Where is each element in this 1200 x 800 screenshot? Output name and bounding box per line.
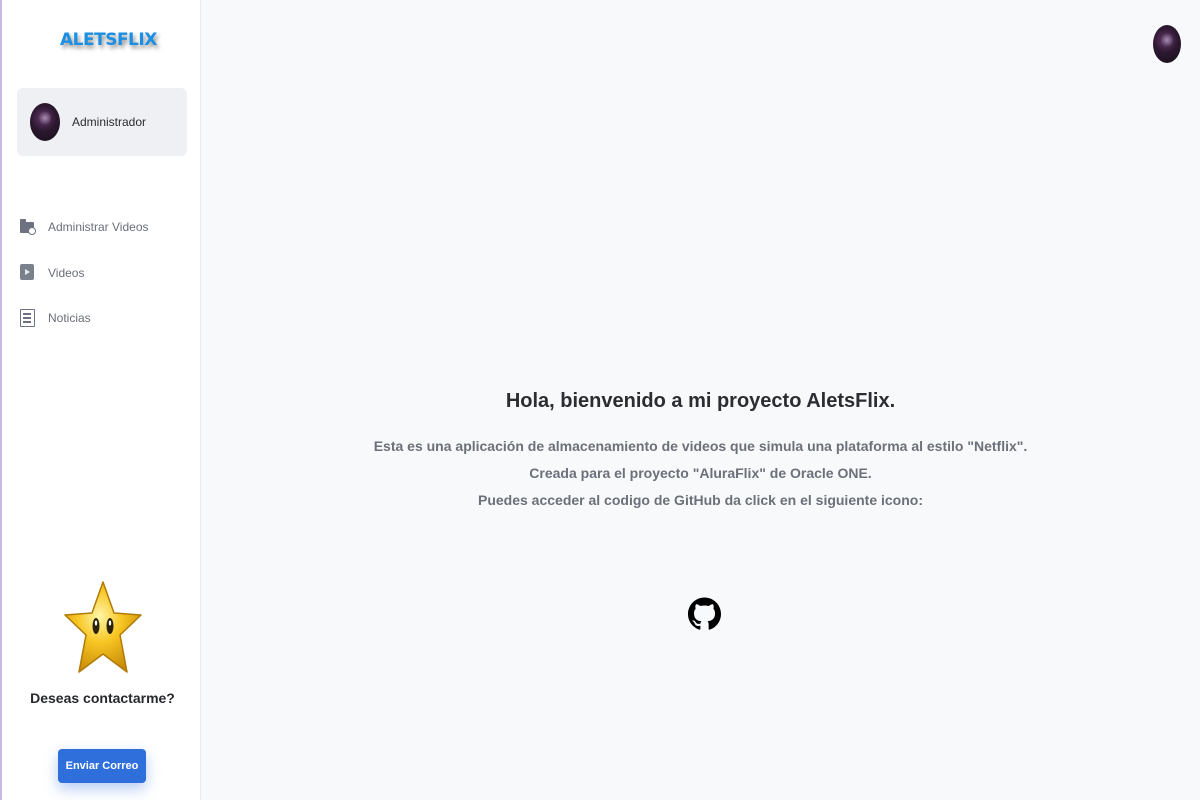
description-line-2: Creada para el proyecto "AluraFlix" de O… bbox=[529, 465, 872, 481]
folder-plus-icon bbox=[20, 218, 36, 236]
description-line-1: Esta es una aplicación de almacenamiento… bbox=[373, 438, 1028, 454]
sidebar-nav: Administrar Videos Videos Noticias bbox=[20, 216, 149, 353]
contact-section: Deseas contactarme? Enviar Correo bbox=[2, 580, 203, 783]
sidebar-item-label: Noticias bbox=[48, 311, 91, 325]
avatar bbox=[30, 103, 60, 141]
sidebar: ALETSFLIX Administrador Administrar Vide… bbox=[0, 0, 201, 800]
brand-logo[interactable]: ALETSFLIX bbox=[60, 30, 157, 50]
sidebar-item-noticias[interactable]: Noticias bbox=[20, 307, 149, 329]
newspaper-icon bbox=[20, 309, 36, 327]
sidebar-item-label: Videos bbox=[48, 265, 85, 280]
star-icon bbox=[63, 580, 143, 676]
video-file-icon bbox=[20, 263, 36, 282]
main-content: Hola, bienvenido a mi proyecto AletsFlix… bbox=[201, 0, 1200, 800]
github-icon[interactable] bbox=[688, 593, 721, 635]
welcome-title: Hola, bienvenido a mi proyecto AletsFlix… bbox=[505, 390, 896, 412]
description-line-3: Puedes acceder al codigo de GitHub da cl… bbox=[477, 492, 923, 508]
sidebar-item-videos[interactable]: Videos bbox=[20, 262, 149, 284]
contact-title: Deseas contactarme? bbox=[30, 690, 175, 706]
sidebar-item-label: Administrar Videos bbox=[48, 220, 149, 234]
user-name: Administrador bbox=[72, 115, 147, 129]
user-profile-card[interactable]: Administrador bbox=[17, 88, 187, 156]
sidebar-item-administrar-videos[interactable]: Administrar Videos bbox=[20, 216, 149, 238]
send-email-button[interactable]: Enviar Correo bbox=[58, 749, 146, 783]
